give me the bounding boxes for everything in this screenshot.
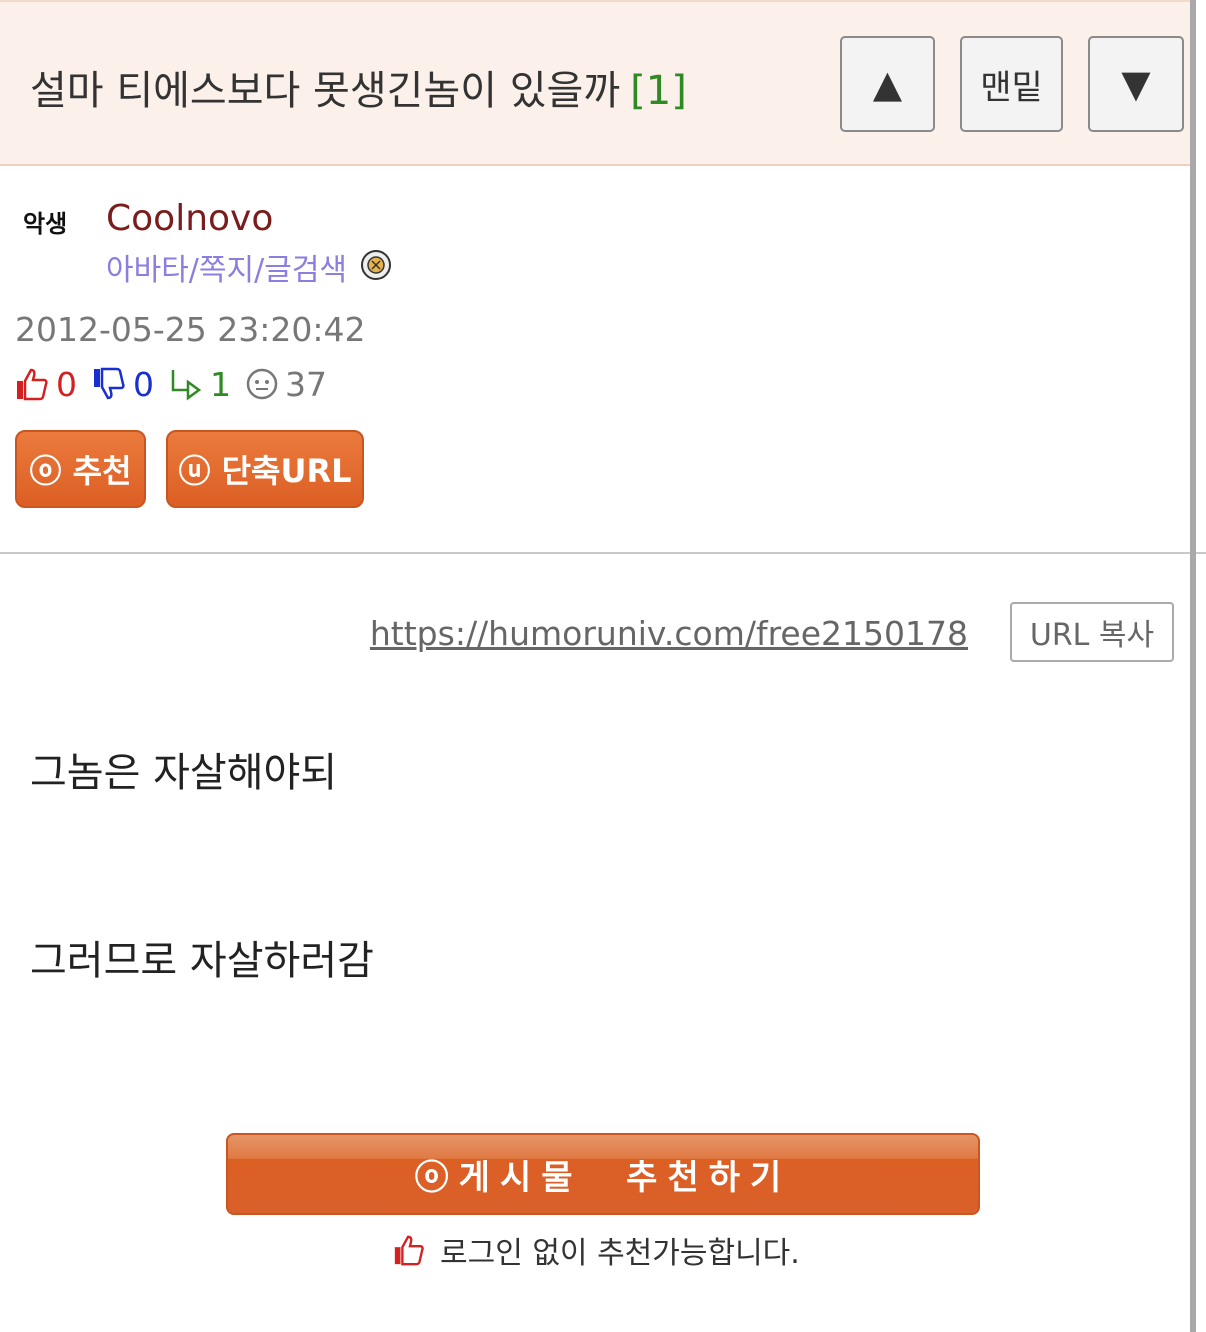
avatar-text: 악생 [23, 210, 67, 238]
post-title-text: 설마 티에스보다 못생긴놈이 있을까 [30, 68, 621, 114]
post-body-line: 그러므로 자살하러감 [30, 938, 374, 984]
go-bottom-button[interactable]: 맨밑 [960, 36, 1063, 132]
post-header: 설마 티에스보다 못생긴놈이 있을까 [1] ▲ 맨밑 ▼ [0, 0, 1190, 166]
scroll-up-button[interactable]: ▲ [840, 36, 935, 132]
view-count: 37 [285, 364, 327, 404]
recommend-button[interactable]: ⓞ 추천 [15, 430, 146, 508]
recommend-post-button[interactable]: ⓞ게시물 추천하기 [226, 1133, 980, 1215]
post-title: 설마 티에스보다 못생긴놈이 있을까 [1] [30, 58, 687, 116]
upvote-count: 0 [56, 364, 77, 404]
triangle-up-icon: ▲ [872, 62, 903, 106]
upvote-stat: 0 [14, 365, 77, 404]
comment-count[interactable]: [1] [630, 68, 687, 114]
author-links[interactable]: 아바타/쪽지/글검색 [106, 245, 347, 289]
downvote-stat: 0 [91, 365, 154, 404]
go-bottom-label: 맨밑 [980, 67, 1043, 108]
recommend-notice: 로그인 없이 추천가능합니다. [392, 1228, 800, 1272]
reply-stat: 1 [168, 365, 231, 404]
post-body-line: 그놈은 자살해야되 [30, 750, 338, 796]
view-stat: 37 [245, 365, 327, 404]
thumbs-down-icon [94, 367, 125, 400]
level-badge-icon [361, 250, 391, 280]
face-icon [246, 368, 278, 400]
author-name[interactable]: Coolnovo [106, 198, 273, 239]
reply-count: 1 [210, 364, 231, 404]
thumbs-up-icon [394, 1235, 424, 1266]
avatar[interactable]: 악생 [20, 200, 86, 244]
downvote-count: 0 [133, 364, 154, 404]
triangle-down-icon: ▼ [1121, 62, 1151, 106]
thumbs-up-icon [17, 368, 48, 401]
post-stats: 0 0 1 37 [14, 362, 341, 406]
post-datetime: 2012-05-25 23:20:42 [15, 310, 366, 349]
scrollbar[interactable] [1190, 0, 1196, 1332]
reply-arrow-icon [171, 370, 202, 401]
recommend-notice-text: 로그인 없이 추천가능합니다. [440, 1236, 800, 1271]
divider [0, 552, 1206, 554]
scroll-down-button[interactable]: ▼ [1088, 36, 1184, 132]
short-url-button[interactable]: ⓤ 단축URL [166, 430, 364, 508]
copy-url-button[interactable]: URL 복사 [1010, 602, 1174, 662]
post-url-link[interactable]: https://humoruniv.com/free2150178 [370, 614, 968, 653]
